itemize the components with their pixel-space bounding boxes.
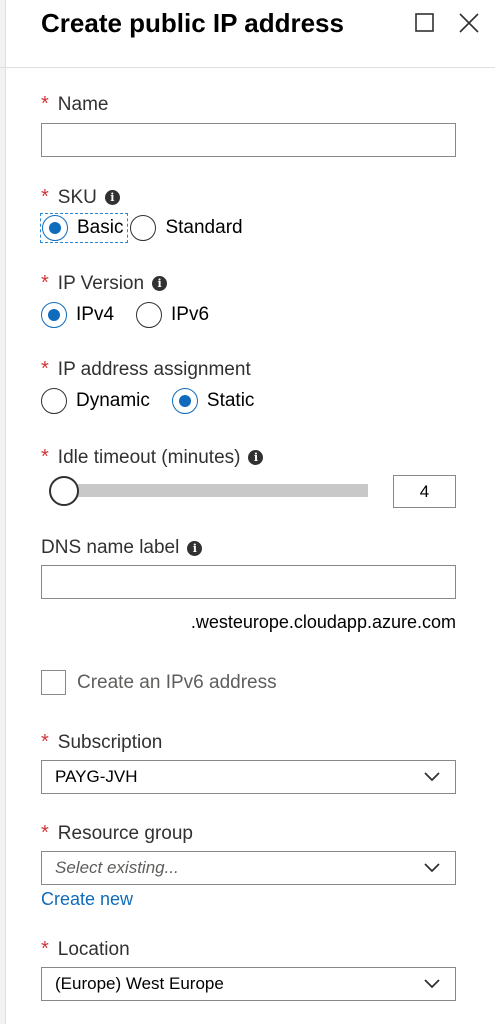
- idle-timeout-label: * Idle timeout (minutes) i: [41, 446, 264, 469]
- location-dropdown[interactable]: (Europe) West Europe: [41, 967, 456, 1001]
- sku-radio-basic[interactable]: Basic: [40, 213, 129, 243]
- ipv4-label: IPv4: [76, 304, 115, 325]
- resource-group-label-text: Resource group: [57, 822, 193, 844]
- ipv6-label: IPv6: [171, 304, 210, 325]
- sku-basic-label: Basic: [77, 217, 124, 238]
- blade-left-edge: [0, 0, 6, 1024]
- idle-timeout-slider-thumb[interactable]: [49, 476, 79, 506]
- radio-unchecked-icon: [130, 215, 157, 241]
- radio-checked-icon: [171, 388, 198, 414]
- subscription-label-text: Subscription: [57, 731, 163, 753]
- sku-radio-group: Basic Standard: [40, 213, 265, 243]
- blade-header: Create public IP address: [0, 0, 495, 68]
- info-icon[interactable]: i: [187, 540, 203, 556]
- assignment-label: * IP address assignment: [41, 358, 251, 381]
- info-icon[interactable]: i: [104, 190, 120, 205]
- resource-group-placeholder: Select existing...: [55, 858, 179, 877]
- radio-unchecked-icon: [136, 302, 163, 328]
- required-mark: *: [41, 358, 49, 380]
- info-icon[interactable]: i: [248, 450, 264, 465]
- dynamic-label: Dynamic: [76, 390, 150, 411]
- resource-group-label: * Resource group: [41, 822, 193, 845]
- chevron-down-icon: [424, 863, 440, 873]
- ip-version-label: * IP Version i: [41, 272, 168, 295]
- ip-version-radio-group: IPv4 IPv6: [41, 300, 231, 330]
- resource-group-dropdown[interactable]: Select existing...: [41, 851, 456, 885]
- assignment-radio-dynamic[interactable]: Dynamic: [41, 386, 150, 416]
- checkbox-box[interactable]: [41, 670, 66, 695]
- subscription-dropdown[interactable]: PAYG-JVH: [41, 760, 456, 794]
- sku-radio-standard[interactable]: Standard: [130, 213, 243, 243]
- location-label-text: Location: [57, 938, 130, 960]
- static-label: Static: [206, 390, 255, 411]
- radio-unchecked-icon: [41, 388, 67, 414]
- close-button[interactable]: [456, 10, 482, 36]
- dns-label-text: DNS name label: [41, 537, 180, 558]
- subscription-label: * Subscription: [41, 731, 162, 754]
- location-label: * Location: [41, 938, 130, 961]
- required-mark: *: [41, 272, 49, 294]
- ip-version-label-text: IP Version: [57, 272, 145, 294]
- maximize-icon: [415, 13, 434, 32]
- ip-version-radio-ipv6[interactable]: IPv6: [136, 300, 209, 330]
- sku-label-text: SKU: [57, 186, 97, 208]
- dns-label: DNS name label i: [41, 537, 203, 559]
- name-label: * Name: [41, 93, 108, 116]
- name-label-text: Name: [57, 93, 109, 115]
- name-input[interactable]: [41, 123, 456, 157]
- location-value: (Europe) West Europe: [55, 974, 224, 993]
- required-mark: *: [41, 822, 49, 844]
- ip-version-radio-ipv4[interactable]: IPv4: [41, 300, 114, 330]
- chevron-down-icon: [424, 772, 440, 782]
- sku-standard-label: Standard: [165, 217, 243, 238]
- create-new-link[interactable]: Create new: [41, 889, 133, 910]
- required-mark: *: [41, 186, 49, 208]
- required-mark: *: [41, 938, 49, 960]
- chevron-down-icon: [424, 979, 440, 989]
- assignment-radio-static[interactable]: Static: [171, 386, 255, 416]
- create-ipv6-label: Create an IPv6 address: [77, 671, 277, 693]
- assignment-label-text: IP address assignment: [57, 358, 251, 380]
- idle-timeout-label-text: Idle timeout (minutes): [57, 446, 241, 468]
- assignment-radio-group: Dynamic Static: [41, 386, 276, 416]
- required-mark: *: [41, 446, 49, 468]
- page-title: Create public IP address: [41, 8, 344, 38]
- info-icon[interactable]: i: [152, 276, 168, 291]
- radio-checked-icon: [41, 302, 67, 328]
- subscription-value: PAYG-JVH: [55, 767, 138, 786]
- maximize-button[interactable]: [412, 10, 438, 36]
- sku-label: * SKU i: [41, 186, 120, 209]
- required-mark: *: [41, 93, 49, 115]
- idle-timeout-slider-track[interactable]: [52, 484, 368, 497]
- dns-suffix: .westeurope.cloudapp.azure.com: [190, 612, 456, 632]
- close-icon: [459, 13, 479, 33]
- radio-checked-icon: [42, 215, 68, 241]
- dns-name-input[interactable]: [41, 565, 456, 599]
- idle-timeout-value-input[interactable]: 4: [393, 475, 456, 508]
- create-ipv6-checkbox[interactable]: Create an IPv6 address: [41, 670, 277, 695]
- required-mark: *: [41, 731, 49, 753]
